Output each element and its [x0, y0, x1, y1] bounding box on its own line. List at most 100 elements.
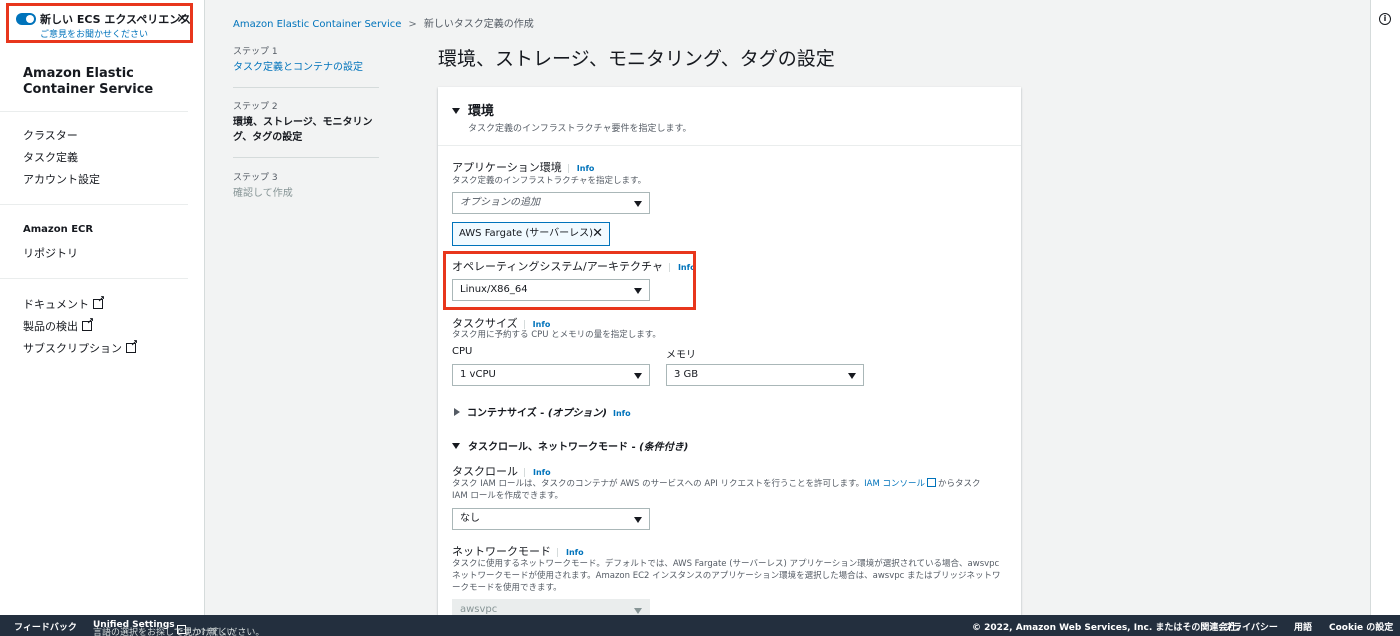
- caret-down-icon: [452, 443, 460, 449]
- divider: [0, 111, 188, 112]
- os-arch-highlight: [443, 251, 696, 310]
- breadcrumb-root[interactable]: Amazon Elastic Container Service: [233, 19, 401, 30]
- nav-discover-label: 製品の検出: [23, 320, 78, 333]
- app-env-description: タスク定義のインフラストラクチャを指定します。: [452, 176, 647, 186]
- task-role-info-link[interactable]: Info: [524, 468, 551, 477]
- footer-privacy[interactable]: プライバシー: [1224, 620, 1278, 633]
- step-label: ステップ 3: [233, 173, 278, 183]
- environment-description: タスク定義のインフラストラクチャ要件を指定します。: [468, 124, 692, 134]
- caret-down-icon: [848, 373, 856, 379]
- task-role-network-label: タスクロール、ネットワークモード -: [468, 442, 640, 453]
- nav-task-definitions[interactable]: タスク定義: [23, 149, 78, 165]
- footer-terms[interactable]: 用語: [1294, 620, 1312, 633]
- task-size-info-link[interactable]: Info: [523, 320, 551, 329]
- external-link-icon: [126, 339, 138, 353]
- cpu-select[interactable]: 1 vCPU: [452, 364, 650, 386]
- nav-repositories[interactable]: リポジトリ: [23, 245, 78, 261]
- close-icon[interactable]: ✕: [592, 223, 603, 245]
- caret-down-icon: [634, 373, 642, 379]
- cpu-value: 1 vCPU: [460, 369, 496, 380]
- nav-documentation[interactable]: ドキュメント: [23, 295, 105, 312]
- container-size-info-link[interactable]: Info: [613, 409, 631, 418]
- app-env-info-link[interactable]: Info: [567, 164, 595, 173]
- new-experience-toggle[interactable]: [16, 13, 36, 25]
- external-link-icon: [82, 317, 94, 331]
- info-icon[interactable]: i: [1379, 13, 1391, 25]
- app-env-placeholder: オプションの追加: [460, 197, 540, 208]
- environment-header[interactable]: 環境 タスク定義のインフラストラクチャ要件を指定します。: [438, 87, 1021, 146]
- container-size-label: コンテナサイズ -: [467, 408, 548, 419]
- memory-value: 3 GB: [674, 369, 699, 380]
- feedback-link[interactable]: ご意見をお聞かせください: [40, 27, 148, 40]
- network-mode-label-text: ネットワークモード: [452, 545, 551, 558]
- nav-documentation-label: ドキュメント: [23, 298, 89, 311]
- task-role-network-expander[interactable]: タスクロール、ネットワークモード - (条件付き): [452, 438, 688, 453]
- divider: [233, 157, 379, 158]
- nav-subscriptions-label: サブスクリプション: [23, 342, 122, 355]
- nav-subscriptions[interactable]: サブスクリプション: [23, 339, 138, 356]
- footer-feedback[interactable]: フィードバック: [14, 620, 77, 633]
- memory-select[interactable]: 3 GB: [666, 364, 864, 386]
- task-role-desc-1: タスク IAM ロールは、タスクのコンテナが AWS のサービスへの API リ…: [452, 479, 865, 489]
- cpu-label: CPU: [452, 346, 473, 357]
- step-link[interactable]: タスク定義とコンテナの設定: [233, 60, 379, 75]
- environment-panel: 環境 タスク定義のインフラストラクチャ要件を指定します。 アプリケーション環境 I…: [438, 87, 1021, 621]
- network-mode-description: タスクに使用するネットワークモード。デフォルトでは、AWS Fargate (サ…: [452, 559, 1001, 593]
- wizard-step-2: ステップ 2 環境、ストレージ、モニタリング、タグの設定: [233, 99, 379, 145]
- caret-down-icon: [634, 517, 642, 523]
- chevron-right-icon: >: [408, 19, 417, 30]
- environment-title: 環境: [452, 100, 494, 119]
- new-experience-title: 新しい ECS エクスペリエンス: [40, 13, 192, 26]
- footer-copyright: © 2022, Amazon Web Services, Inc. またはその関…: [972, 623, 1246, 633]
- step-current: 環境、ストレージ、モニタリング、タグの設定: [233, 117, 373, 143]
- external-link-icon: [93, 295, 105, 309]
- nav-clusters[interactable]: クラスター: [23, 127, 78, 143]
- task-role-label-text: タスクロール: [452, 465, 518, 478]
- close-icon[interactable]: ✕: [176, 12, 188, 26]
- caret-right-icon: [454, 408, 460, 416]
- divider: [233, 87, 379, 88]
- wizard-step-3: ステップ 3 確認して作成: [233, 170, 379, 201]
- ecr-heading: Amazon ECR: [23, 224, 94, 235]
- divider: [0, 204, 188, 205]
- step-label: ステップ 2: [233, 102, 278, 112]
- app-env-label: アプリケーション環境 Info: [452, 159, 595, 175]
- service-brand[interactable]: Amazon Elastic Container Service: [23, 66, 173, 98]
- external-link-icon: [926, 478, 936, 487]
- utility-bar: i: [1370, 0, 1400, 615]
- step-label: ステップ 1: [233, 47, 278, 57]
- caret-down-icon: [634, 201, 642, 207]
- task-role-select[interactable]: なし: [452, 508, 650, 530]
- network-mode-value: awsvpc: [460, 604, 498, 615]
- task-role-label: タスクロール Info: [452, 463, 551, 479]
- container-size-expander[interactable]: コンテナサイズ - (オプション) Info: [454, 404, 631, 419]
- nav-discover-products[interactable]: 製品の検出: [23, 317, 94, 334]
- app-env-select[interactable]: オプションの追加: [452, 192, 650, 214]
- page-title: 環境、ストレージ、モニタリング、タグの設定: [438, 48, 835, 70]
- divider: [0, 278, 188, 279]
- footer-lang-2: で見つけてください。: [174, 628, 265, 636]
- breadcrumb: Amazon Elastic Container Service > 新しいタスク定…: [233, 15, 534, 30]
- footer: フィードバック 言語の選択をお探しですか? 新しい Unified Settin…: [0, 615, 1400, 636]
- caret-down-icon: [452, 108, 460, 114]
- footer-cookie[interactable]: Cookie の設定: [1329, 620, 1393, 633]
- task-role-description: タスク IAM ロールは、タスクのコンテナが AWS のサービスへの API リ…: [452, 478, 997, 502]
- step-disabled: 確認して作成: [233, 188, 293, 199]
- memory-label: メモリ: [666, 350, 696, 361]
- footer-language-note: 言語の選択をお探しですか? 新しい Unified Settings で見つけて…: [93, 620, 264, 636]
- task-size-description: タスク用に予約する CPU とメモリの量を指定します。: [452, 330, 661, 340]
- iam-console-link[interactable]: IAM コンソール: [864, 479, 925, 489]
- wizard-step-1: ステップ 1 タスク定義とコンテナの設定: [233, 44, 379, 75]
- fargate-token-label: AWS Fargate (サーバーレス): [459, 228, 594, 239]
- fargate-token: AWS Fargate (サーバーレス) ✕: [452, 222, 610, 246]
- container-size-optional: (オプション): [547, 408, 607, 419]
- task-role-network-conditional: (条件付き): [639, 442, 689, 453]
- sidebar: 新しい ECS エクスペリエンス ご意見をお聞かせください ✕ Amazon E…: [0, 0, 205, 615]
- caret-down-icon: [634, 608, 642, 614]
- nav-account-settings[interactable]: アカウント設定: [23, 171, 100, 187]
- task-role-value: なし: [460, 513, 480, 524]
- network-mode-info-link[interactable]: Info: [557, 548, 584, 557]
- app-env-label-text: アプリケーション環境: [452, 161, 562, 174]
- network-mode-label: ネットワークモード Info: [452, 543, 584, 559]
- environment-title-text: 環境: [468, 104, 495, 119]
